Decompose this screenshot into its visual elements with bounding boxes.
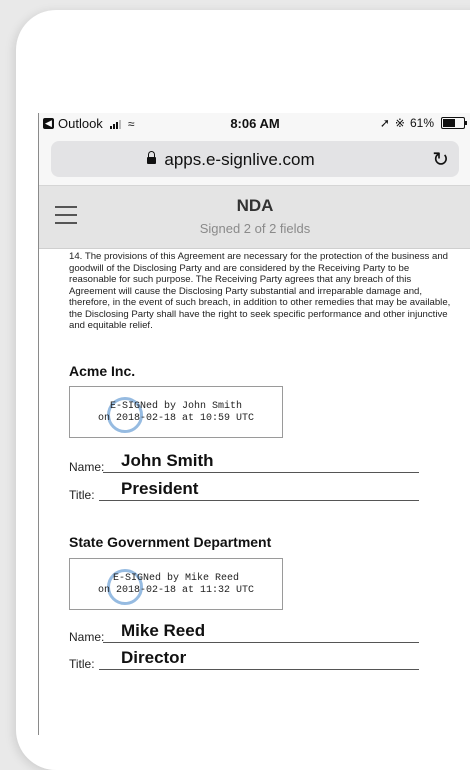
lock-icon xyxy=(147,151,157,164)
app-header: NDA Signed 2 of 2 fields xyxy=(39,186,470,249)
field-underline xyxy=(103,642,419,643)
bluetooth-icon: ※ xyxy=(394,116,405,130)
signing-status: Signed 2 of 2 fields xyxy=(199,221,311,236)
location-arrow-icon: ➚ xyxy=(379,116,390,130)
stamp-line-2: on 2018-02-18 at 10:59 UTC xyxy=(97,413,255,424)
stamp-line-1: E-SIGNed by John Smith xyxy=(109,401,243,412)
stamp-line-2: on 2018-02-18 at 11:32 UTC xyxy=(97,585,255,596)
signature-stamp-2[interactable]: E-SIGNed by Mike Reed on 2018-02-18 at 1… xyxy=(69,558,283,610)
phone-screen: ◀ Outlook ≈ 8:06 AM ➚ ※ 61% apps.e-signl… xyxy=(38,113,470,735)
field-underline xyxy=(99,500,419,501)
party-name-1: Acme Inc. xyxy=(69,363,136,379)
status-right: ➚ ※ 61% xyxy=(379,116,467,130)
party-name-2: State Government Department xyxy=(69,534,272,550)
document-title: NDA xyxy=(236,196,274,215)
name-value: John Smith xyxy=(121,451,214,470)
signature-stamp-1[interactable]: E-SIGNed by John Smith on 2018-02-18 at … xyxy=(69,386,283,438)
title-label: Title: xyxy=(69,657,95,671)
title-value: President xyxy=(121,479,199,498)
title-field-2: Title: Director xyxy=(69,648,419,672)
battery-percent: 61% xyxy=(409,116,434,130)
name-label: Name: xyxy=(69,630,105,644)
stamp-line-1: E-SIGNed by Mike Reed xyxy=(112,573,240,584)
field-underline xyxy=(103,472,419,473)
title-field-1: Title: President xyxy=(69,479,419,503)
document-body: 14. The provisions of this Agreement are… xyxy=(69,251,459,671)
title-label: Title: xyxy=(69,488,95,502)
url-display[interactable]: apps.e-signlive.com xyxy=(51,150,411,170)
name-field-2: Name: Mike Reed xyxy=(69,621,419,645)
name-field-1: Name: John Smith xyxy=(69,451,419,475)
url-text: apps.e-signlive.com xyxy=(164,150,315,169)
field-underline xyxy=(99,669,419,670)
browser-toolbar: apps.e-signlive.com ↻ xyxy=(39,135,470,186)
url-bar[interactable]: apps.e-signlive.com ↻ xyxy=(51,141,459,177)
battery-icon xyxy=(441,117,467,129)
reload-icon[interactable]: ↻ xyxy=(432,147,449,172)
title-value: Director xyxy=(121,648,187,667)
name-value: Mike Reed xyxy=(121,621,206,640)
name-label: Name: xyxy=(69,460,105,474)
battery-fill xyxy=(443,119,456,127)
clause-paragraph: 14. The provisions of this Agreement are… xyxy=(69,251,451,331)
status-bar: ◀ Outlook ≈ 8:06 AM ➚ ※ 61% xyxy=(39,113,470,135)
